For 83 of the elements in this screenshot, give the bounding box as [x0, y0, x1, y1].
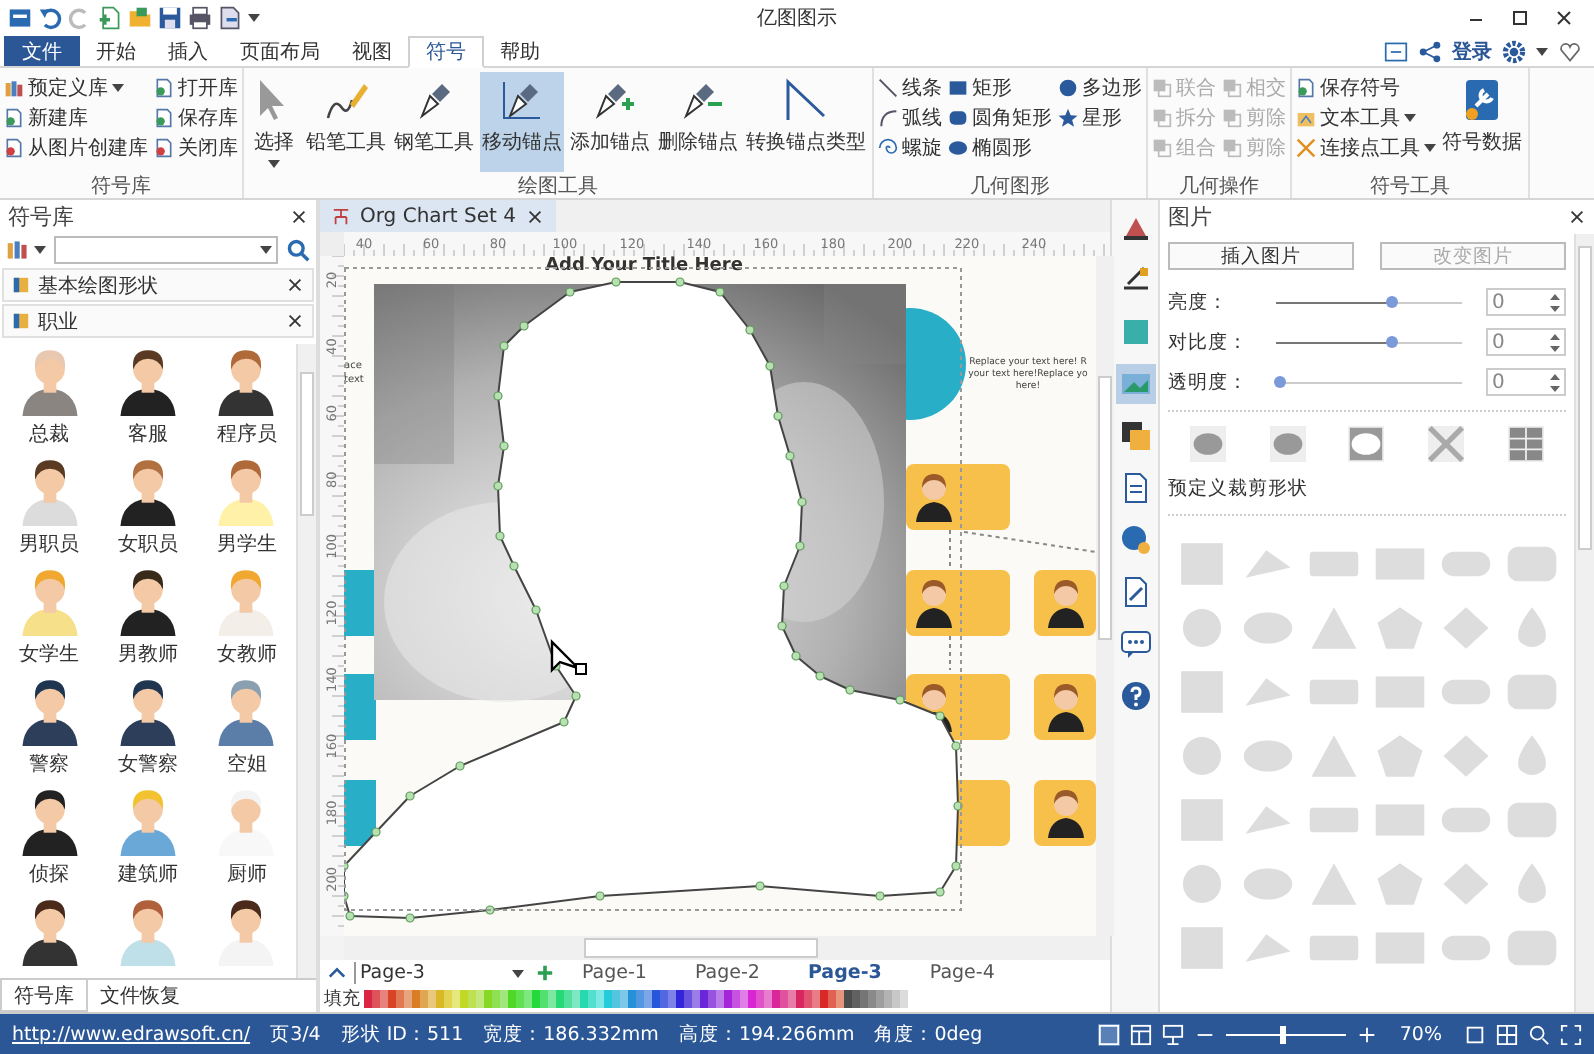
number-field[interactable]: 0 [1486, 328, 1566, 357]
symbol-item[interactable]: 厨师 [197, 784, 296, 895]
ribbon-button[interactable]: 钢笔工具 [392, 72, 476, 173]
ribbon-button[interactable]: 铅笔工具 [304, 72, 388, 173]
group-label: 符号工具 [1368, 174, 1452, 199]
page-tab[interactable]: Page-1 [562, 962, 667, 985]
group-label: 几何图形 [968, 174, 1052, 199]
symbol-item[interactable]: 空姐 [197, 674, 296, 785]
category-header[interactable]: 职业 [2, 304, 314, 339]
panel-tab[interactable]: 符号库 [0, 980, 88, 1013]
group-label: 绘图工具 [516, 174, 600, 199]
menu-tab[interactable]: 视图 [336, 35, 408, 67]
slider-label: 透明度： [1168, 369, 1250, 396]
symbol-item[interactable]: 男学生 [197, 454, 296, 565]
symbol-item[interactable]: 侦探 [0, 784, 99, 895]
symbol-item[interactable]: 总裁 [0, 344, 99, 455]
section-label: 预定义裁剪形状 [1168, 476, 1310, 503]
panel-title: 符号库 [8, 202, 74, 233]
status-text: 页3/4 [270, 1021, 321, 1048]
status-text: 形状 ID：511 [340, 1021, 464, 1048]
login-link[interactable]: 登录 [1452, 37, 1492, 66]
page-tab[interactable]: Page-4 [909, 962, 1015, 985]
symbol-item[interactable]: 警察 [0, 674, 99, 785]
symbol-item[interactable]: 女教师 [197, 564, 296, 675]
ribbon-button[interactable]: 选择 [248, 72, 300, 173]
ribbon-button[interactable]: 多边形 [1058, 72, 1142, 103]
ribbon-button[interactable]: 文本工具 [1296, 102, 1436, 133]
ribbon-button[interactable]: 保存库 [154, 102, 238, 133]
ribbon-button[interactable]: 打开库 [154, 72, 238, 103]
menu-tab[interactable]: 页面布局 [224, 35, 336, 67]
ribbon-button[interactable]: 添加锚点 [568, 72, 652, 173]
category-label: 基本绘图形状 [38, 273, 160, 300]
ribbon-button[interactable]: 符号数据 [1440, 72, 1524, 173]
website-link[interactable]: http://www.edrawsoft.cn/ [12, 1023, 251, 1046]
page-dropdown[interactable]: Page-3 [354, 962, 528, 985]
group-label: 几何操作 [1177, 174, 1261, 199]
symbol-item[interactable]: 建筑师 [98, 784, 198, 895]
ribbon-button[interactable]: 从图片创建库 [4, 132, 148, 163]
number-field[interactable]: 0 [1486, 368, 1566, 397]
panel-title: 图片 [1168, 202, 1212, 233]
slider-label: 对比度： [1168, 329, 1250, 356]
ribbon-button[interactable]: 弧线 [878, 102, 942, 133]
ribbon-button[interactable]: 矩形 [948, 72, 1052, 103]
ribbon-button[interactable]: 保存符号 [1296, 72, 1436, 103]
fill-label: 填充 [324, 987, 360, 1013]
symbol-item[interactable]: 女警察 [98, 674, 198, 785]
symbol-item[interactable]: 女学生 [0, 564, 99, 675]
page-tab[interactable]: Page-2 [674, 962, 780, 985]
category-label: 职业 [38, 309, 80, 336]
ribbon-button[interactable]: 新建库 [4, 102, 148, 133]
symbol-item[interactable]: 程序员 [197, 344, 296, 455]
group-label: 符号库 [89, 173, 153, 199]
ribbon-button[interactable]: 椭圆形 [948, 132, 1052, 163]
ribbon-button[interactable]: 删除锚点 [656, 72, 740, 173]
menu-tab[interactable]: 插入 [152, 35, 224, 67]
ribbon-button[interactable]: 螺旋 [878, 132, 942, 163]
window-title: 亿图图示 [757, 5, 837, 32]
number-field[interactable]: 0 [1486, 288, 1566, 317]
ribbon-button[interactable]: 移动锚点 [480, 72, 564, 173]
symbol-item[interactable]: 男教师 [98, 564, 198, 675]
menu-tab[interactable]: 符号 [408, 35, 484, 69]
ribbon-button[interactable]: 星形 [1058, 102, 1142, 133]
document-tab[interactable]: Org Chart Set 4 [320, 200, 556, 233]
panel-tab[interactable]: 文件恢复 [88, 980, 192, 1013]
file-tab[interactable]: 文件 [4, 35, 80, 67]
status-text: 角度：0deg [874, 1021, 983, 1048]
status-text: 高度：194.266mm [678, 1021, 855, 1048]
ribbon-button[interactable]: 线条 [878, 72, 942, 103]
ribbon-button[interactable]: 圆角矩形 [948, 102, 1052, 133]
menu-tab[interactable]: 开始 [80, 35, 152, 67]
symbol-item[interactable]: 客服 [98, 344, 198, 455]
ribbon-button[interactable]: 转换锚点类型 [744, 72, 868, 173]
ribbon-button[interactable]: 连接点工具 [1296, 132, 1436, 163]
panel-button[interactable]: 插入图片 [1168, 242, 1354, 271]
menu-tab[interactable]: 帮助 [484, 35, 556, 67]
zoom-level: 70% [1397, 1023, 1444, 1046]
status-text: 宽度：186.332mm [483, 1021, 659, 1048]
ribbon-button[interactable]: 关闭库 [154, 132, 238, 163]
symbol-item[interactable]: 男职员 [0, 454, 99, 565]
symbol-item[interactable]: 女职员 [98, 454, 198, 565]
category-header[interactable]: 基本绘图形状 [2, 268, 314, 303]
slider-label: 亮度： [1168, 289, 1230, 316]
ribbon-button[interactable]: 预定义库 [4, 72, 148, 103]
